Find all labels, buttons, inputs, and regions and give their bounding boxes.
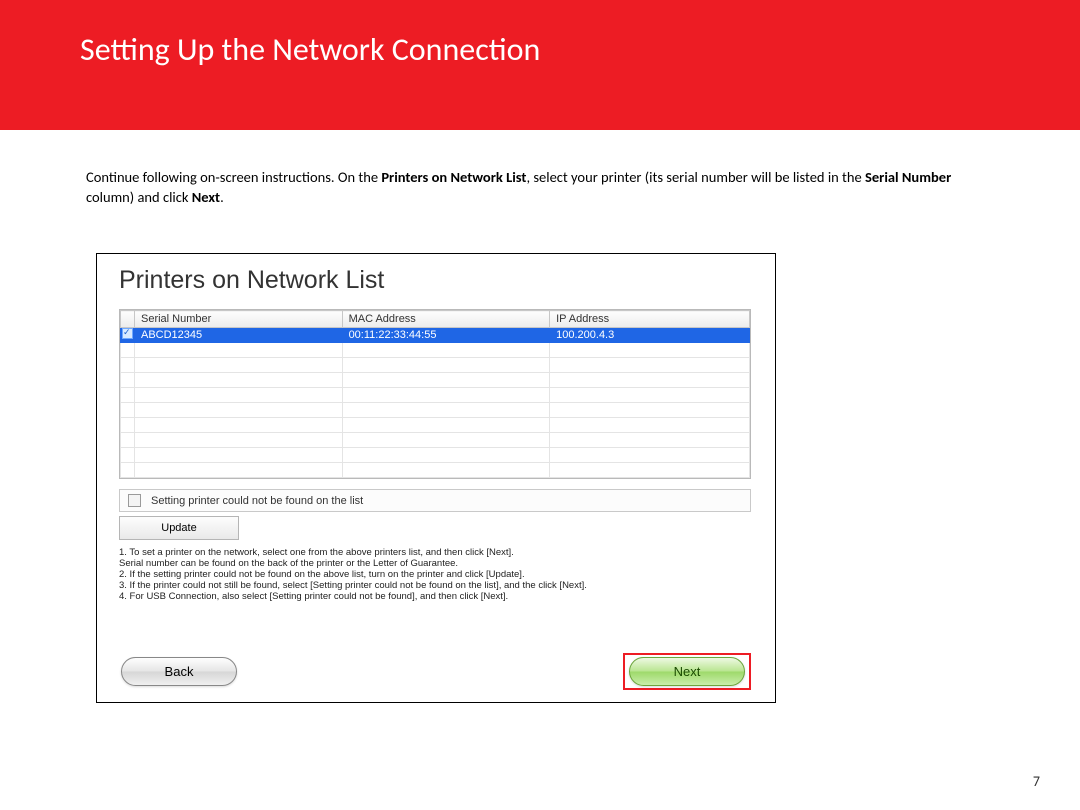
cell-mac: 00:11:22:33:44:55 <box>342 328 550 343</box>
not-found-label: Setting printer could not be found on th… <box>151 495 363 507</box>
table-row[interactable] <box>121 418 750 433</box>
printer-table: Serial Number MAC Address IP Address ABC… <box>119 309 751 479</box>
page-number: 7 <box>1033 773 1040 790</box>
update-button[interactable]: Update <box>119 516 239 540</box>
instruction-mid: , select your printer (its serial number… <box>526 168 865 186</box>
instruction-notes: 1. To set a printer on the network, sele… <box>119 548 753 603</box>
instruction-bold-list: Printers on Network List <box>381 168 526 186</box>
dialog-button-bar: Back Next <box>97 653 775 690</box>
col-mac: MAC Address <box>342 311 550 328</box>
table-row[interactable] <box>121 448 750 463</box>
col-ip: IP Address <box>550 311 750 328</box>
table-row[interactable] <box>121 433 750 448</box>
dialog-printers-on-network: Printers on Network List Serial Number M… <box>96 253 776 703</box>
instruction-post1: column) and click <box>86 188 192 206</box>
checkmark-icon <box>122 328 133 339</box>
page-title: Setting Up the Network Connection <box>80 30 1080 69</box>
header-bar: Setting Up the Network Connection <box>0 0 1080 130</box>
instruction-bold-serial: Serial Number <box>865 168 951 186</box>
instruction-post2: . <box>220 188 224 206</box>
table-header-row: Serial Number MAC Address IP Address <box>121 311 750 328</box>
not-found-checkbox-row[interactable]: Setting printer could not be found on th… <box>119 489 751 512</box>
instruction-paragraph: Continue following on-screen instruction… <box>86 168 1000 207</box>
instruction-pre: Continue following on-screen instruction… <box>86 168 381 186</box>
table-row[interactable] <box>121 388 750 403</box>
table-row[interactable] <box>121 358 750 373</box>
table-row[interactable] <box>121 403 750 418</box>
dialog-title: Printers on Network List <box>97 254 775 299</box>
note-line: 4. For USB Connection, also select [Sett… <box>119 592 753 603</box>
cell-ip: 100.200.4.3 <box>550 328 750 343</box>
row-checkbox[interactable] <box>121 328 135 343</box>
table-row[interactable] <box>121 343 750 358</box>
table-row[interactable]: ABCD12345 00:11:22:33:44:55 100.200.4.3 <box>121 328 750 343</box>
col-check <box>121 311 135 328</box>
table-row[interactable] <box>121 373 750 388</box>
back-button[interactable]: Back <box>121 657 237 686</box>
not-found-checkbox[interactable] <box>128 494 141 507</box>
table-row[interactable] <box>121 463 750 478</box>
cell-serial: ABCD12345 <box>135 328 343 343</box>
instruction-bold-next: Next <box>192 188 220 206</box>
next-button-highlight: Next <box>623 653 751 690</box>
col-serial: Serial Number <box>135 311 343 328</box>
next-button[interactable]: Next <box>629 657 745 686</box>
